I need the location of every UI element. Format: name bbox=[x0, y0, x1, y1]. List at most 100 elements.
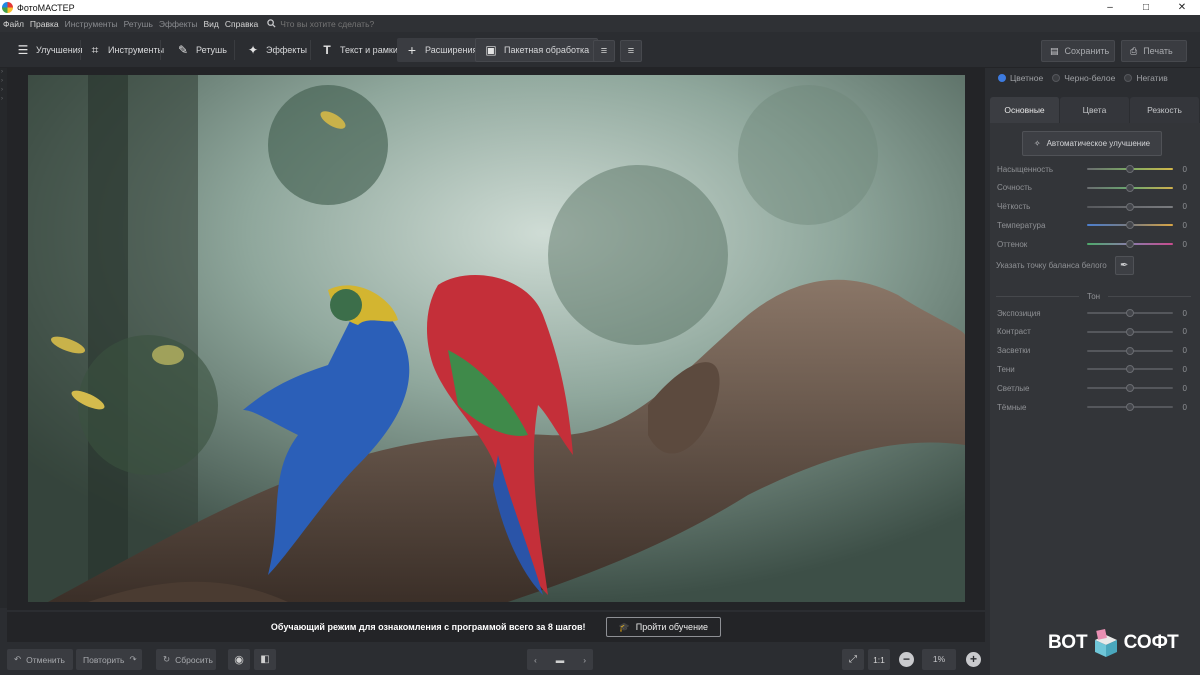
navigation-group: ‹ ▬ › bbox=[527, 649, 593, 670]
app-logo-icon bbox=[2, 2, 13, 13]
slider-label: Тёмные bbox=[997, 402, 1027, 412]
search-icon bbox=[267, 19, 276, 28]
tab-text-frames[interactable]: T Текст и рамки bbox=[312, 38, 406, 62]
parrots-photo bbox=[28, 75, 965, 602]
slider-handle[interactable] bbox=[1126, 346, 1134, 355]
chevron-right-icon[interactable]: › bbox=[583, 655, 586, 665]
slider-handle[interactable] bbox=[1126, 183, 1134, 192]
main-toolbar: ☰ Улучшения ⌗ Инструменты ✎ Ретушь ✦ Эфф… bbox=[0, 32, 1200, 68]
divider bbox=[310, 40, 311, 60]
tab-tools[interactable]: ⌗ Инструменты bbox=[80, 38, 172, 62]
photo-canvas[interactable] bbox=[28, 75, 965, 602]
tab-extensions[interactable]: + Расширения bbox=[397, 38, 486, 62]
slider-label: Насыщенность bbox=[997, 164, 1054, 174]
mode-bw[interactable]: Черно-белое bbox=[1052, 73, 1115, 83]
magic-stars-icon: ✧ bbox=[1033, 139, 1041, 148]
divider bbox=[160, 40, 161, 60]
printer-icon: ⎙ bbox=[1130, 45, 1138, 56]
menu-edit[interactable]: Правка bbox=[27, 19, 62, 29]
auto-enhance-label: Автоматическое улучшение bbox=[1046, 139, 1151, 148]
slider-value: 0 bbox=[1182, 346, 1187, 356]
minimize-button[interactable]: – bbox=[1092, 0, 1128, 15]
auto-enhance-button[interactable]: ✧ Автоматическое улучшение bbox=[1022, 131, 1162, 156]
tab-effects[interactable]: ✦ Эффекты bbox=[238, 38, 315, 62]
compare-icon: ◧ bbox=[260, 654, 270, 665]
slider-track[interactable] bbox=[1087, 309, 1173, 317]
slider-handle[interactable] bbox=[1126, 403, 1134, 411]
search-input[interactable] bbox=[280, 18, 401, 29]
tab-colors[interactable]: Цвета bbox=[1060, 97, 1130, 123]
mode-color[interactable]: Цветное bbox=[998, 73, 1043, 83]
tab-retouch[interactable]: ✎ Ретушь bbox=[168, 38, 235, 62]
slider-track[interactable] bbox=[1087, 365, 1173, 374]
window-controls: – □ ✕ bbox=[1092, 0, 1200, 15]
save-button[interactable]: ▤ Сохранить bbox=[1041, 40, 1115, 62]
sliders-icon: ☰ bbox=[17, 43, 29, 57]
slider-track[interactable] bbox=[1087, 221, 1173, 230]
fit-screen-button[interactable]: ⤢ bbox=[842, 649, 864, 670]
mode-label: Цветное bbox=[1010, 73, 1044, 83]
history-button[interactable]: ≡ bbox=[620, 40, 642, 62]
zoom-out-button[interactable]: − bbox=[899, 652, 914, 667]
slider-value: 0 bbox=[1182, 202, 1187, 212]
left-collapse-strip[interactable]: › › › › bbox=[0, 68, 7, 608]
slider-track[interactable] bbox=[1087, 240, 1173, 249]
slider-handle[interactable] bbox=[1126, 221, 1134, 230]
start-tutorial-button[interactable]: 🎓 Пройти обучение bbox=[605, 617, 722, 637]
print-button[interactable]: ⎙ Печать bbox=[1121, 40, 1187, 62]
compare-button[interactable]: ◧ bbox=[254, 649, 276, 670]
slider-track[interactable] bbox=[1087, 165, 1173, 173]
tutorial-bar: Обучающий режим для ознакомления с прогр… bbox=[7, 612, 985, 642]
images-icon: ▣ bbox=[485, 43, 497, 57]
batch-processing-button[interactable]: ▣ Пакетная обработка bbox=[475, 38, 599, 62]
add-layer-button[interactable]: ≡ bbox=[593, 40, 615, 62]
slider-row: Засветки 0 bbox=[997, 345, 1187, 357]
slider-value: 0 bbox=[1182, 383, 1187, 393]
slider-row: Сочность 0 bbox=[997, 182, 1187, 194]
preview-toggle-button[interactable]: ◉ bbox=[228, 649, 250, 670]
slider-track[interactable] bbox=[1087, 327, 1173, 336]
chevron-left-icon[interactable]: ‹ bbox=[534, 655, 537, 665]
close-button[interactable]: ✕ bbox=[1164, 0, 1200, 15]
slider-track[interactable] bbox=[1087, 183, 1173, 192]
zoom-level[interactable]: 1% bbox=[922, 649, 956, 670]
menu-file[interactable]: Файл bbox=[0, 19, 27, 29]
tab-sharpness[interactable]: Резкость bbox=[1130, 97, 1200, 123]
menu-retouch[interactable]: Ретушь bbox=[121, 19, 156, 29]
slider-row: Тени 0 bbox=[997, 363, 1187, 375]
menu-help[interactable]: Справка bbox=[222, 19, 261, 29]
folder-icon[interactable]: ▬ bbox=[556, 655, 565, 665]
actual-size-button[interactable]: 1:1 bbox=[868, 649, 890, 670]
slider-track[interactable] bbox=[1087, 384, 1173, 393]
menu-effects[interactable]: Эффекты bbox=[156, 19, 201, 29]
slider-handle[interactable] bbox=[1126, 202, 1134, 211]
menu-tools[interactable]: Инструменты bbox=[62, 19, 121, 29]
undo-icon: ↶ bbox=[14, 654, 22, 664]
slider-handle[interactable] bbox=[1126, 384, 1134, 393]
text-icon: T bbox=[323, 43, 331, 57]
reset-label: Сбросить bbox=[175, 654, 213, 665]
slider-handle[interactable] bbox=[1126, 240, 1134, 249]
tab-enhancements[interactable]: ☰ Улучшения bbox=[8, 38, 91, 62]
slider-label: Тени bbox=[997, 364, 1015, 374]
redo-button[interactable]: Повторить ↷ bbox=[76, 649, 142, 670]
slider-handle[interactable] bbox=[1126, 165, 1134, 173]
mode-negative[interactable]: Негатив bbox=[1124, 73, 1168, 83]
plus-icon: + bbox=[969, 652, 977, 666]
print-label: Печать bbox=[1143, 46, 1173, 56]
slider-handle[interactable] bbox=[1126, 309, 1134, 317]
slider-label: Контраст bbox=[997, 327, 1031, 337]
slider-handle[interactable] bbox=[1126, 365, 1134, 374]
slider-track[interactable] bbox=[1087, 346, 1173, 355]
slider-track[interactable] bbox=[1087, 202, 1173, 211]
maximize-button[interactable]: □ bbox=[1128, 0, 1164, 15]
mode-label: Черно-белое bbox=[1064, 73, 1116, 83]
menu-view[interactable]: Вид bbox=[201, 19, 222, 29]
eyedropper-button[interactable]: ✒ bbox=[1114, 256, 1134, 275]
slider-handle[interactable] bbox=[1126, 327, 1134, 336]
tab-basic[interactable]: Основные bbox=[990, 97, 1060, 123]
reset-button[interactable]: ↻ Сбросить bbox=[156, 649, 216, 670]
slider-track[interactable] bbox=[1087, 403, 1173, 411]
zoom-in-button[interactable]: + bbox=[966, 652, 981, 667]
undo-button[interactable]: ↶ Отменить bbox=[7, 649, 73, 670]
